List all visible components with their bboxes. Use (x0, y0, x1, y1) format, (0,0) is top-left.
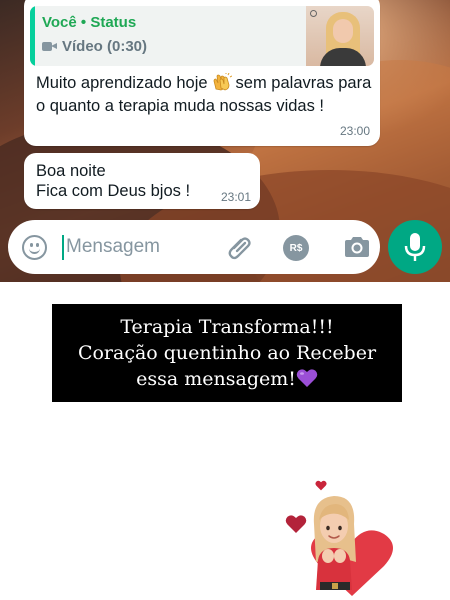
caption-line: essa mensagem! (136, 368, 296, 390)
message-line: Fica com Deus bjos ! (36, 182, 191, 200)
caption-line-last: essa mensagem! (52, 366, 402, 392)
quoted-status[interactable]: Você • Status Vídeo (0:30) (30, 6, 374, 66)
message-line: Boa noite (36, 162, 106, 180)
quote-media-type: Vídeo (0:30) (42, 38, 147, 55)
chat-screenshot: Você • Status Vídeo (0:30) Muito aprendi… (0, 0, 450, 282)
microphone-icon (404, 233, 426, 261)
clapping-hands-icon (213, 73, 232, 91)
quote-media-label: Vídeo (0:30) (62, 38, 148, 55)
message-bubble-reply[interactable]: Você • Status Vídeo (0:30) Muito aprendi… (24, 0, 380, 146)
video-camera-icon (42, 41, 58, 52)
message-text-part1: Muito aprendizado hoje (36, 74, 208, 92)
message-text: Muito aprendizado hoje sem palavras para … (36, 72, 372, 118)
status-thumbnail (306, 6, 374, 66)
caption-line: Terapia Transforma!!! (120, 316, 334, 338)
caption-box: Terapia Transforma!!! Coração quentinho … (52, 304, 402, 402)
message-bubble[interactable]: Boa noite Fica com Deus bjos ! 23:01 (24, 153, 260, 209)
voice-record-button[interactable] (388, 220, 442, 274)
attach-icon[interactable] (226, 233, 254, 261)
message-input[interactable] (66, 232, 216, 262)
woman-heart-sticker (311, 496, 393, 596)
thumbnail-face (333, 19, 353, 43)
caption-line: Coração quentinho ao Receber (77, 342, 377, 364)
payment-icon[interactable]: R$ (283, 235, 309, 261)
message-text: Boa noite Fica com Deus bjos ! (36, 161, 190, 201)
message-time: 23:00 (339, 124, 370, 138)
payment-label: R$ (289, 242, 303, 254)
purple-heart-icon (296, 369, 318, 387)
message-composer[interactable]: R$ (8, 220, 380, 274)
quote-accent-bar (30, 6, 35, 66)
message-time: 23:01 (220, 190, 251, 204)
quote-author: Você • Status (42, 14, 137, 31)
emoji-icon[interactable] (22, 235, 47, 260)
camera-icon[interactable] (343, 235, 371, 259)
thumbnail-dot (310, 10, 317, 17)
text-cursor (62, 235, 64, 260)
